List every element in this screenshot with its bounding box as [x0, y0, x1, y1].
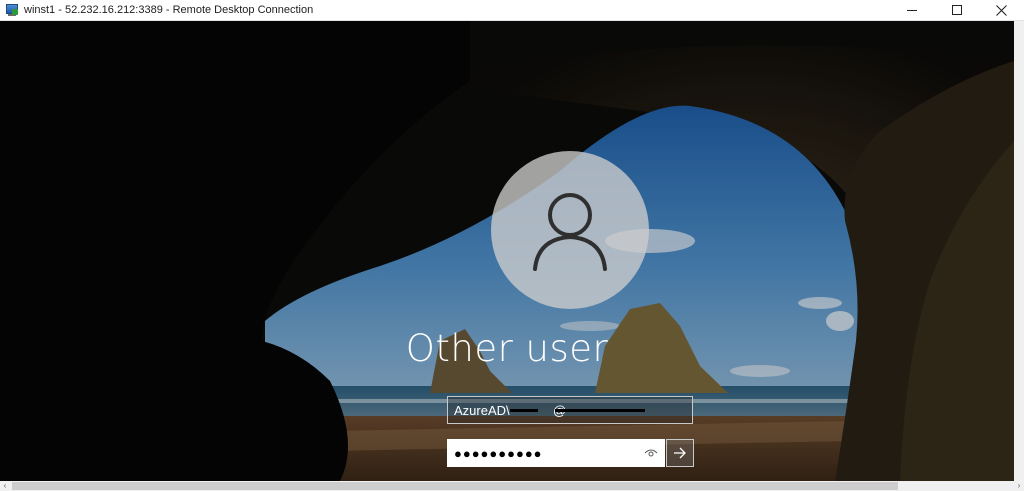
password-field[interactable] — [448, 440, 638, 466]
minimize-button[interactable] — [889, 0, 934, 20]
eye-icon[interactable] — [644, 447, 658, 459]
remote-session-viewport[interactable]: Other user — [0, 21, 1014, 481]
horizontal-scroll-thumb[interactable] — [12, 482, 898, 490]
maximize-button[interactable] — [934, 0, 979, 20]
submit-button[interactable] — [666, 439, 694, 467]
arrow-right-icon — [674, 447, 686, 459]
user-silhouette-icon — [533, 193, 607, 271]
user-avatar — [491, 151, 649, 309]
minimize-icon — [906, 9, 917, 11]
maximize-icon — [951, 5, 962, 15]
account-name: Other user — [405, 327, 609, 370]
redaction-mark — [555, 409, 645, 412]
window-title: winst1 - 52.232.16.212:3389 - Remote Des… — [24, 4, 314, 16]
horizontal-scrollbar[interactable]: ‹ › — [0, 481, 1024, 491]
password-box — [447, 439, 665, 467]
vertical-scrollbar[interactable] — [1014, 21, 1024, 481]
remote-desktop-icon — [5, 3, 19, 17]
scroll-right-arrow[interactable]: › — [1014, 481, 1024, 491]
scroll-left-arrow[interactable]: ‹ — [0, 481, 10, 491]
close-button[interactable] — [979, 0, 1024, 20]
close-icon — [996, 4, 1007, 16]
title-bar: winst1 - 52.232.16.212:3389 - Remote Des… — [0, 0, 1024, 21]
redaction-mark — [510, 409, 538, 412]
